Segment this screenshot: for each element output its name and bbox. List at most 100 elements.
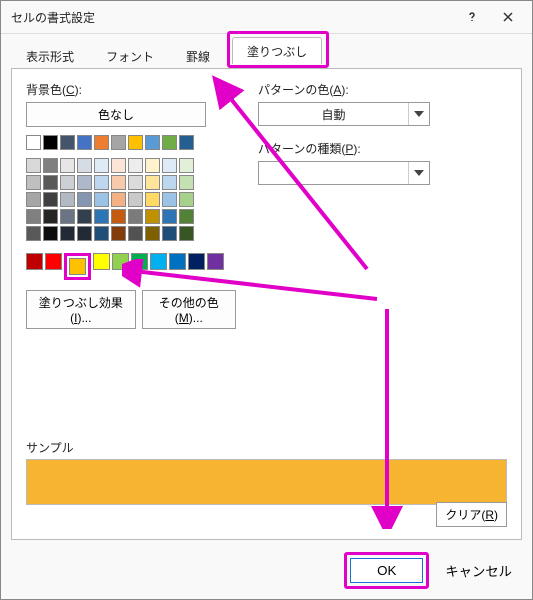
tab-font[interactable]: フォント [91, 42, 169, 69]
color-swatch[interactable] [26, 135, 41, 150]
color-swatch[interactable] [43, 175, 58, 190]
color-swatch[interactable] [43, 192, 58, 207]
color-swatch[interactable] [145, 135, 160, 150]
color-swatch[interactable] [43, 209, 58, 224]
color-swatch[interactable] [94, 226, 109, 241]
pattern-color-label: パターンの色(A): [258, 81, 507, 98]
color-swatch[interactable] [179, 226, 194, 241]
color-swatch[interactable] [60, 158, 75, 173]
more-colors-button[interactable]: その他の色(M)... [142, 290, 236, 329]
color-swatch[interactable] [179, 158, 194, 173]
color-swatch[interactable] [162, 209, 177, 224]
color-swatch[interactable] [94, 135, 109, 150]
color-swatch[interactable] [77, 175, 92, 190]
tab-display-format[interactable]: 表示形式 [11, 42, 89, 69]
color-swatch[interactable] [60, 192, 75, 207]
color-swatch[interactable] [26, 192, 41, 207]
color-swatch[interactable] [111, 192, 126, 207]
color-swatch[interactable] [43, 135, 58, 150]
shade-color-row [26, 158, 236, 173]
close-button[interactable] [490, 3, 526, 31]
color-swatch[interactable] [26, 158, 41, 173]
color-swatch[interactable] [179, 209, 194, 224]
shade-color-row [26, 209, 236, 224]
tab-fill[interactable]: 塗りつぶし [232, 37, 322, 64]
color-swatch[interactable] [128, 192, 143, 207]
pattern-type-label: パターンの種類(P): [258, 140, 507, 157]
chevron-down-icon [408, 103, 429, 125]
color-swatch[interactable] [179, 135, 194, 150]
color-swatch[interactable] [111, 135, 126, 150]
color-swatch[interactable] [77, 158, 92, 173]
color-swatch[interactable] [112, 253, 129, 270]
color-swatch[interactable] [207, 253, 224, 270]
fill-effects-button[interactable]: 塗りつぶし効果(I)... [26, 290, 136, 329]
close-icon [502, 11, 514, 23]
color-swatch[interactable] [145, 226, 160, 241]
color-swatch[interactable] [162, 175, 177, 190]
color-swatch[interactable] [169, 253, 186, 270]
color-swatch[interactable] [60, 209, 75, 224]
sample-section: サンプル [26, 439, 507, 505]
standard-color-row [26, 253, 236, 280]
color-swatch[interactable] [131, 253, 148, 270]
clear-button[interactable]: クリア(R) [436, 502, 507, 527]
color-swatch[interactable] [43, 226, 58, 241]
color-swatch[interactable] [128, 175, 143, 190]
color-swatch[interactable] [179, 192, 194, 207]
no-color-button[interactable]: 色なし [26, 102, 206, 127]
color-swatch[interactable] [77, 209, 92, 224]
color-swatch[interactable] [94, 192, 109, 207]
color-swatch[interactable] [60, 175, 75, 190]
color-swatch[interactable] [26, 226, 41, 241]
color-swatch[interactable] [94, 175, 109, 190]
color-swatch[interactable] [77, 135, 92, 150]
sample-label: サンプル [26, 439, 507, 456]
color-swatch[interactable] [145, 158, 160, 173]
color-swatch[interactable] [162, 158, 177, 173]
color-swatch[interactable] [77, 192, 92, 207]
color-swatch[interactable] [111, 175, 126, 190]
color-swatch[interactable] [128, 135, 143, 150]
color-swatch[interactable] [188, 253, 205, 270]
pattern-type-select[interactable] [258, 161, 430, 185]
cancel-button[interactable]: キャンセル [439, 557, 518, 584]
color-swatch[interactable] [111, 158, 126, 173]
color-swatch[interactable] [128, 209, 143, 224]
color-swatch[interactable] [111, 226, 126, 241]
color-swatch[interactable] [26, 209, 41, 224]
color-swatch[interactable] [162, 192, 177, 207]
color-swatch[interactable] [77, 226, 92, 241]
color-swatch[interactable] [94, 158, 109, 173]
ok-button[interactable]: OK [350, 558, 423, 583]
chevron-down-icon [408, 162, 429, 184]
color-swatch[interactable] [60, 226, 75, 241]
color-swatch[interactable] [93, 253, 110, 270]
color-swatch[interactable] [179, 175, 194, 190]
color-swatch[interactable] [69, 258, 86, 275]
pattern-color-select[interactable]: 自動 [258, 102, 430, 126]
color-swatch[interactable] [43, 158, 58, 173]
background-color-label: 背景色(C): [26, 81, 236, 98]
color-swatch[interactable] [150, 253, 167, 270]
color-swatch[interactable] [145, 192, 160, 207]
color-swatch[interactable] [45, 253, 62, 270]
pattern-section: パターンの色(A): 自動 パターンの種類(P): [258, 81, 507, 329]
color-swatch[interactable] [111, 209, 126, 224]
color-swatch[interactable] [145, 209, 160, 224]
color-swatch[interactable] [94, 209, 109, 224]
color-palette [26, 135, 236, 280]
color-swatch[interactable] [26, 175, 41, 190]
color-swatch[interactable] [26, 253, 43, 270]
color-swatch[interactable] [60, 135, 75, 150]
color-swatch[interactable] [128, 158, 143, 173]
color-swatch[interactable] [128, 226, 143, 241]
color-swatch[interactable] [162, 226, 177, 241]
help-button[interactable] [454, 3, 490, 31]
color-swatch[interactable] [162, 135, 177, 150]
annotation-highlight-ok: OK [344, 552, 429, 589]
annotation-highlight-swatch [64, 253, 91, 280]
tab-border[interactable]: 罫線 [171, 42, 225, 69]
shade-color-row [26, 192, 236, 207]
color-swatch[interactable] [145, 175, 160, 190]
